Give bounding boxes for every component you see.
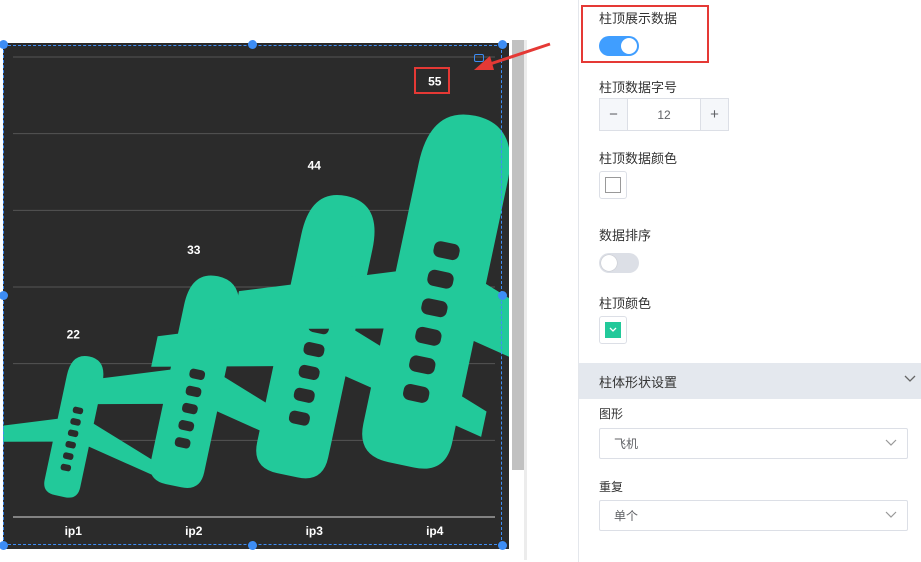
shape-select-value: 飞机 [614,437,639,451]
chevron-down-icon [885,511,897,518]
x-tick-label: ip1 [65,524,83,538]
toggle-knob [621,38,637,54]
data-sort-title: 数据排序 [599,228,652,243]
bar-top-color-title: 柱顶颜色 [599,296,652,311]
decrement-button[interactable]: − [600,99,628,130]
shape-section-header[interactable]: 柱体形状设置 [579,363,921,399]
bar-value-label: 22 [67,327,81,341]
font-size-stepper: − 12 + [599,98,729,131]
repeat-title: 重复 [599,480,624,494]
font-size-value[interactable]: 12 [628,108,700,122]
annotation-arrow-icon [474,42,551,70]
resize-handle-bm[interactable] [248,541,257,550]
x-tick-label: ip4 [426,524,444,538]
screen: 22 ip1 33 ip2 44 ip3 55 ip4 柱顶展示数据 柱顶数据字号 − 12 … [0,0,921,562]
resize-handle-mr[interactable] [498,291,507,300]
highlight-box-value [414,67,450,94]
color-preview [605,322,621,338]
canvas-scrollbar[interactable] [512,40,524,470]
shape-select[interactable]: 飞机 [599,428,908,459]
x-tick-label: ip3 [306,524,324,538]
font-size-title: 柱顶数据字号 [599,80,678,95]
top-label-color-title: 柱顶数据颜色 [599,151,678,166]
color-preview [605,177,621,193]
shape-section-title: 柱体形状设置 [599,374,678,390]
chevron-down-icon [885,439,897,446]
data-sort-toggle[interactable] [599,253,639,273]
shape-title: 图形 [599,407,624,421]
chevron-down-icon [609,327,617,332]
repeat-select[interactable]: 单个 [599,500,908,531]
chart-widget[interactable]: 22 ip1 33 ip2 44 ip3 55 ip4 [0,40,651,552]
chevron-down-icon [904,375,916,382]
bar-top-color-picker[interactable] [599,316,627,344]
x-tick-label: ip2 [185,524,203,538]
scroll-track [524,40,527,560]
bar-ip4[interactable] [211,75,651,512]
property-panel: 柱顶展示数据 柱顶数据字号 − 12 + 柱顶数据颜色 数据排序 柱顶颜色 柱体… [578,0,921,562]
show-top-label-title: 柱顶展示数据 [599,11,678,26]
chart-canvas: 22 ip1 33 ip2 44 ip3 55 ip4 [0,43,651,549]
repeat-select-value: 单个 [614,509,639,523]
top-label-color-picker[interactable] [599,171,627,199]
bar-value-label: 33 [187,243,201,257]
resize-handle-br[interactable] [498,541,507,550]
increment-button[interactable]: + [700,99,728,130]
resize-handle-tm[interactable] [248,40,257,49]
airplane-bar-shape [230,114,651,469]
show-top-label-toggle[interactable] [599,36,639,56]
bar-value-label: 44 [308,159,322,173]
bar-chart: 22ip133ip244ip355ip4 [0,56,651,538]
toggle-knob [601,255,617,271]
